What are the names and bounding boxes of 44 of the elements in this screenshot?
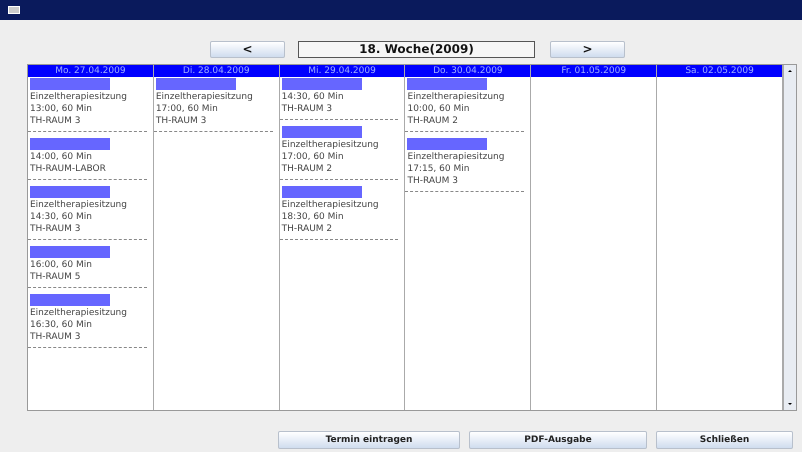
- day-header: Di. 28.04.2009: [154, 65, 279, 77]
- appointment-text: 17:15, 60 Min: [407, 163, 470, 175]
- action-button[interactable]: PDF-Ausgabe: [469, 431, 647, 449]
- appointment-text: TH-RAUM 3: [30, 223, 82, 235]
- next-week-button[interactable]: >: [550, 40, 625, 58]
- appointment-text: Einzeltherapiesitzung: [282, 139, 380, 151]
- appointment-text: 16:30, 60 Min: [30, 319, 93, 331]
- appointment-text: TH-RAUM-LABOR: [30, 163, 107, 175]
- day-header: Mi. 29.04.2009: [280, 65, 404, 77]
- window-icon: [8, 6, 20, 14]
- appointment-text: TH-RAUM 3: [282, 103, 334, 115]
- appointment-text: TH-RAUM 5: [30, 271, 82, 283]
- day-header: Sa. 02.05.2009: [657, 65, 782, 77]
- appointment-text: TH-RAUM 3: [407, 175, 459, 187]
- day-header: Do. 30.04.2009: [405, 65, 530, 77]
- day-header: Fr. 01.05.2009: [531, 65, 656, 77]
- previous-week-button[interactable]: <: [210, 40, 285, 58]
- appointment-text: TH-RAUM 3: [30, 331, 82, 343]
- day-header: Mo. 27.04.2009: [28, 65, 153, 77]
- appointment-text: 14:30, 60 Min: [282, 91, 345, 103]
- scrollbar[interactable]: [782, 65, 796, 410]
- action-button[interactable]: Schließen: [656, 431, 793, 449]
- appointment-text: Einzeltherapiesitzung: [407, 91, 506, 103]
- appointment-text: Einzeltherapiesitzung: [30, 91, 128, 103]
- appointment-text: Einzeltherapiesitzung: [407, 151, 506, 163]
- appointment-text: Einzeltherapiesitzung: [282, 199, 380, 211]
- appointment-text: TH-RAUM 2: [407, 115, 459, 127]
- appointment-text: 17:00, 60 Min: [156, 103, 219, 115]
- appointment-text: Einzeltherapiesitzung: [30, 307, 128, 319]
- appointment-text: 14:30, 60 Min: [30, 211, 93, 223]
- appointment-text: 14:00, 60 Min: [30, 151, 93, 163]
- appointment-text: 13:00, 60 Min: [30, 103, 93, 115]
- action-button[interactable]: Termin eintragen: [278, 431, 460, 449]
- appointment-text: Einzeltherapiesitzung: [30, 199, 128, 211]
- appointment-text: Einzeltherapiesitzung: [156, 91, 254, 103]
- appointment-text: 18:30, 60 Min: [282, 211, 345, 223]
- appointment-text: 10:00, 60 Min: [407, 103, 470, 115]
- appointment-text: TH-RAUM 2: [282, 163, 334, 175]
- appointment-text: TH-RAUM 3: [156, 115, 208, 127]
- appointment-text: TH-RAUM 2: [282, 223, 334, 235]
- appointment-text: TH-RAUM 3: [30, 115, 82, 127]
- appointment-text: 16:00, 60 Min: [30, 259, 93, 271]
- appointment-text: 17:00, 60 Min: [282, 151, 345, 163]
- week-label: 18. Woche(2009): [298, 40, 535, 58]
